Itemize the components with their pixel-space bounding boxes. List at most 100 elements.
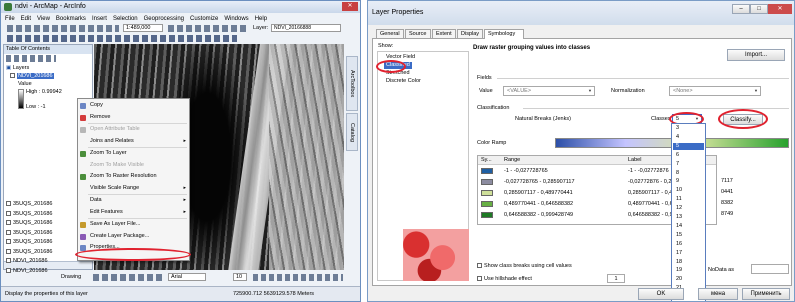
- classes-option[interactable]: 12: [673, 205, 704, 212]
- layer-visibility-checkbox[interactable]: [6, 201, 11, 207]
- class-color-swatch[interactable]: [481, 201, 493, 207]
- tab-display[interactable]: Display: [457, 29, 483, 38]
- menu-item-file[interactable]: File: [5, 16, 15, 22]
- toc-root[interactable]: ▣ Layers: [6, 64, 29, 72]
- toc-layer-row[interactable]: 35UQS_201686: [6, 200, 52, 208]
- show-breaks-option[interactable]: Show class breaks using cell values: [477, 263, 572, 269]
- toc-layer-row[interactable]: 35UQS_201686: [6, 210, 52, 218]
- drawing-label[interactable]: Drawing: [61, 273, 81, 281]
- context-menu-label: Create Layer Package...: [90, 232, 150, 239]
- layer-visibility-checkbox[interactable]: [6, 239, 11, 245]
- classes-option[interactable]: 17: [673, 250, 704, 257]
- toc-layer-row[interactable]: 35UQS_201686: [6, 219, 52, 227]
- classes-option[interactable]: 9: [673, 178, 704, 185]
- classes-option[interactable]: 7: [673, 161, 704, 168]
- classes-option[interactable]: 14: [673, 223, 704, 230]
- menu-item-selection[interactable]: Selection: [113, 16, 138, 22]
- classes-option[interactable]: 3: [673, 125, 704, 132]
- layer-visibility-checkbox[interactable]: [6, 248, 11, 254]
- classes-option[interactable]: 15: [673, 232, 704, 239]
- toc-layer-row[interactable]: NDVI_201686: [6, 257, 48, 265]
- menu-item-customize[interactable]: Customize: [190, 16, 218, 22]
- toolbar-icons-2[interactable]: [168, 25, 248, 32]
- classes-option[interactable]: 19: [673, 267, 704, 274]
- grid-header-cell[interactable]: Sy...: [481, 157, 492, 163]
- side-tab-catalog[interactable]: Catalog: [346, 113, 358, 151]
- class-color-swatch[interactable]: [481, 168, 493, 174]
- context-menu-data[interactable]: Data ▸: [78, 196, 189, 206]
- classes-option[interactable]: 11: [673, 196, 704, 203]
- font-select[interactable]: Arial: [168, 273, 206, 281]
- show-item-discrete-color[interactable]: Discrete Color: [384, 78, 423, 85]
- normalization-select[interactable]: <None>: [669, 86, 761, 96]
- context-menu-edit-features[interactable]: Edit Features ▸: [78, 208, 189, 218]
- toc-layer-row[interactable]: 35UQS_201686: [6, 248, 52, 256]
- menu-item-windows[interactable]: Windows: [224, 16, 248, 22]
- toolbar-icons-3[interactable]: [7, 35, 237, 42]
- context-menu-zoom-to-raster-resolution[interactable]: Zoom To Raster Resolution: [78, 172, 189, 182]
- layer-visibility-checkbox[interactable]: [6, 229, 11, 235]
- value-field-select[interactable]: <VALUE>: [503, 86, 595, 96]
- tab-symbology[interactable]: Symbology: [484, 29, 524, 39]
- classes-option[interactable]: 5: [673, 142, 704, 150]
- class-label: 0,285907117 - 0,4: [628, 190, 673, 196]
- menu-item-bookmarks[interactable]: Bookmarks: [56, 16, 86, 22]
- arcmap-close-icon[interactable]: ✕: [342, 2, 358, 11]
- layer-visibility-checkbox[interactable]: [6, 267, 11, 273]
- context-menu-open-attribute-table[interactable]: Open Attribute Table: [78, 125, 189, 135]
- dialog-close-button[interactable]: ✕: [768, 4, 792, 14]
- classes-option[interactable]: 13: [673, 214, 704, 221]
- menu-item-edit[interactable]: Edit: [21, 16, 31, 22]
- context-menu-zoom-to-make-visible[interactable]: Zoom To Make Visible: [78, 161, 189, 171]
- classes-option[interactable]: 6: [673, 152, 704, 159]
- layer-visibility-checkbox[interactable]: [6, 220, 11, 226]
- toc-toolbar[interactable]: [6, 55, 56, 62]
- context-menu-create-layer-package[interactable]: Create Layer Package...: [78, 232, 189, 242]
- menu-item-view[interactable]: View: [37, 16, 50, 22]
- ok-button[interactable]: OK: [638, 288, 684, 300]
- classes-option[interactable]: 10: [673, 187, 704, 194]
- classes-option[interactable]: 8: [673, 170, 704, 177]
- toolbar-icons-1[interactable]: [7, 25, 119, 32]
- context-menu-zoom-to-layer[interactable]: Zoom To Layer: [78, 149, 189, 159]
- toc-layer-row[interactable]: 35UQS_201686: [6, 229, 52, 237]
- side-tab-arctoolbox[interactable]: ArcToolbox: [346, 56, 358, 111]
- layer-visibility-checkbox[interactable]: [6, 258, 11, 264]
- tab-general[interactable]: General: [376, 29, 404, 38]
- menu-item-insert[interactable]: Insert: [92, 16, 107, 22]
- cancel-button[interactable]: мена: [698, 288, 738, 300]
- tab-source[interactable]: Source: [405, 29, 431, 38]
- font-size-select[interactable]: 10: [233, 273, 247, 281]
- dialog-minimize-button[interactable]: –: [732, 4, 750, 14]
- apply-button[interactable]: Применить: [742, 288, 790, 300]
- menu-item-help[interactable]: Help: [255, 16, 267, 22]
- hillshade-z-input[interactable]: 1: [607, 274, 625, 283]
- dialog-maximize-button[interactable]: □: [750, 4, 768, 14]
- toc-layer-row[interactable]: 35UQS_201686: [6, 238, 52, 246]
- classes-option[interactable]: 20: [673, 276, 704, 283]
- class-color-swatch[interactable]: [481, 212, 493, 218]
- layer-visibility-checkbox[interactable]: [6, 210, 11, 216]
- classes-option[interactable]: 16: [673, 241, 704, 248]
- menu-item-geoprocessing[interactable]: Geoprocessing: [144, 16, 184, 22]
- layer-select[interactable]: NDVI_20166888: [271, 24, 341, 32]
- grid-header-cell[interactable]: Label: [628, 157, 641, 163]
- format-icons[interactable]: [253, 274, 343, 281]
- context-menu-copy[interactable]: Copy: [78, 101, 189, 111]
- import-button[interactable]: Import...: [727, 49, 785, 61]
- toc-selected-layer[interactable]: NDVI_201686: [10, 72, 54, 80]
- context-menu-visible-scale-range[interactable]: Visible Scale Range ▸: [78, 184, 189, 194]
- classes-option[interactable]: 4: [673, 134, 704, 141]
- context-menu-save-as-layer-file[interactable]: Save As Layer File...: [78, 220, 189, 230]
- class-color-swatch[interactable]: [481, 190, 493, 196]
- context-menu-remove[interactable]: Remove: [78, 113, 189, 123]
- scale-field[interactable]: 1:489,000: [123, 24, 163, 32]
- class-color-swatch[interactable]: [481, 179, 493, 185]
- tab-extent[interactable]: Extent: [432, 29, 456, 38]
- drawing-icons[interactable]: [93, 274, 163, 281]
- nodata-color-select[interactable]: [751, 264, 789, 274]
- grid-header-cell[interactable]: Range: [504, 157, 520, 163]
- hillshade-option[interactable]: Use hillshade effect: [477, 276, 532, 282]
- context-menu-joins-and-relates[interactable]: Joins and Relates ▸: [78, 137, 189, 147]
- classes-option[interactable]: 18: [673, 259, 704, 266]
